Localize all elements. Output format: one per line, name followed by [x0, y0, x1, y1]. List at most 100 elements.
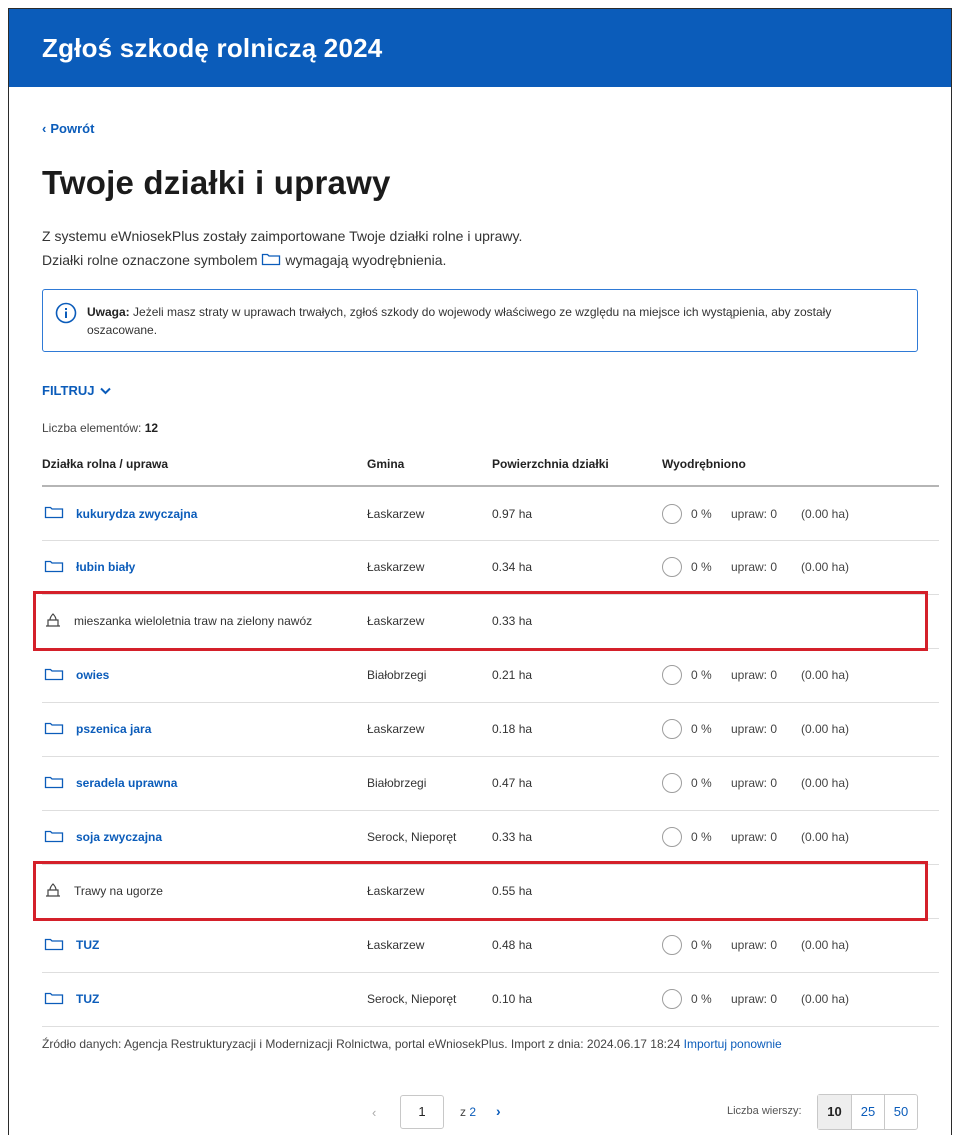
table-row[interactable]: TUZ Łaskarzew 0.48 ha 0 % upraw: 0 (0.00…: [42, 918, 939, 973]
plot-name[interactable]: pszenica jara: [76, 722, 151, 736]
upraw-area: (0.00 ha): [801, 776, 850, 791]
back-link[interactable]: ‹ Powrót: [42, 121, 94, 136]
upraw-value: 0: [770, 722, 778, 737]
progress-ring-icon: [662, 719, 682, 740]
filter-label: FILTRUJ: [42, 383, 95, 399]
table-row[interactable]: łubin biały Łaskarzew 0.34 ha 0 % upraw:…: [42, 540, 939, 595]
upraw-value: 0: [770, 506, 778, 521]
folder-icon: [261, 249, 281, 273]
table-row: mieszanka wieloletnia traw na zielony na…: [42, 594, 939, 649]
plot-name[interactable]: TUZ: [76, 992, 99, 1006]
filter-toggle[interactable]: FILTRUJ: [42, 383, 112, 399]
upraw-area: (0.00 ha): [801, 506, 850, 521]
item-count-value: 12: [144, 421, 159, 436]
column-header-plot: Działka rolna / uprawa: [42, 456, 367, 488]
total-pages-link[interactable]: 2: [469, 1105, 476, 1119]
progress-percent: 0 %: [691, 992, 712, 1007]
prev-page-icon[interactable]: ‹: [372, 1105, 376, 1120]
column-header-area: Powierzchnia działki: [492, 456, 662, 488]
column-header-extracted: Wyodrębniono: [662, 456, 939, 488]
gmina-cell: Łaskarzew: [367, 540, 492, 595]
plot-name[interactable]: seradela uprawna: [76, 776, 177, 790]
rows-option-10[interactable]: 10: [818, 1095, 851, 1129]
plot-name-cell[interactable]: soja zwyczajna: [42, 829, 367, 846]
page-of-label: z: [460, 1105, 466, 1119]
table-row[interactable]: soja zwyczajna Serock, Nieporęt 0.33 ha …: [42, 810, 939, 865]
progress-percent: 0 %: [691, 938, 712, 953]
table-row[interactable]: kukurydza zwyczajna Łaskarzew 0.97 ha 0 …: [42, 486, 939, 541]
table-row[interactable]: pszenica jara Łaskarzew 0.18 ha 0 % upra…: [42, 702, 939, 757]
upraw-label: upraw:: [731, 992, 768, 1007]
extracted-cell: [662, 864, 939, 919]
app-header: Zgłoś szkodę rolniczą 2024: [9, 9, 951, 87]
gmina-cell: Łaskarzew: [367, 594, 492, 649]
rows-option-50[interactable]: 50: [884, 1095, 917, 1129]
plot-name-cell[interactable]: pszenica jara: [42, 721, 367, 738]
upraw-value: 0: [770, 938, 778, 953]
table-row[interactable]: owies Białobrzegi 0.21 ha 0 % upraw: 0 (…: [42, 648, 939, 703]
area-cell: 0.33 ha: [492, 810, 662, 865]
gmina-cell: Białobrzegi: [367, 648, 492, 703]
gmina-cell: Serock, Nieporęt: [367, 810, 492, 865]
page-number-input[interactable]: 1: [400, 1095, 444, 1129]
plot-name[interactable]: TUZ: [76, 938, 99, 952]
progress-ring-icon: [662, 935, 682, 956]
upraw-label: upraw:: [731, 776, 768, 791]
progress-cell: 0 % upraw: 0 (0.00 ha): [662, 827, 939, 848]
plot-name[interactable]: kukurydza zwyczajna: [76, 507, 197, 521]
plot-cell: owies: [42, 648, 367, 703]
plot-name-cell[interactable]: owies: [42, 667, 367, 684]
plot-name-cell[interactable]: TUZ: [42, 937, 367, 954]
plot-cell: mieszanka wieloletnia traw na zielony na…: [42, 594, 367, 649]
extracted-cell: 0 % upraw: 0 (0.00 ha): [662, 702, 939, 757]
progress-ring-icon: [662, 827, 682, 848]
upraw-count: upraw: 0: [731, 668, 801, 682]
area-cell: 0.10 ha: [492, 972, 662, 1027]
progress-cell: 0 % upraw: 0 (0.00 ha): [662, 503, 939, 524]
intro-line-2: Działki rolne oznaczone symbolem wymagaj…: [42, 248, 918, 273]
upraw-count: upraw: 0: [731, 830, 801, 844]
intro-line-2-before: Działki rolne oznaczone symbolem: [42, 252, 258, 268]
upraw-area: (0.00 ha): [801, 722, 850, 737]
plot-name-cell[interactable]: kukurydza zwyczajna: [42, 505, 367, 522]
page-frame: Zgłoś szkodę rolniczą 2024 ‹ Powrót Twoj…: [8, 8, 952, 1135]
plot-name: mieszanka wieloletnia traw na zielony na…: [74, 614, 313, 629]
table-row[interactable]: seradela uprawna Białobrzegi 0.47 ha 0 %…: [42, 756, 939, 811]
app-title: Zgłoś szkodę rolniczą 2024: [42, 32, 383, 63]
plot-name[interactable]: owies: [76, 668, 109, 682]
area-cell: 0.48 ha: [492, 918, 662, 973]
next-page-icon[interactable]: ›: [496, 1103, 501, 1119]
upraw-count: upraw: 0: [731, 507, 801, 521]
progress-cell: 0 % upraw: 0 (0.00 ha): [662, 557, 939, 578]
progress-percent: 0 %: [691, 668, 712, 683]
table-row[interactable]: TUZ Serock, Nieporęt 0.10 ha 0 % upraw: …: [42, 972, 939, 1027]
plot-name-cell[interactable]: łubin biały: [42, 559, 367, 576]
chevron-left-icon: ‹: [42, 121, 47, 136]
upraw-area: (0.00 ha): [801, 668, 850, 683]
progress-percent: 0 %: [691, 506, 712, 521]
upraw-value: 0: [770, 776, 778, 791]
plot-name-cell: Trawy na ugorze: [42, 882, 367, 901]
folder-icon: [44, 829, 64, 846]
reimport-link[interactable]: Importuj ponownie: [684, 1037, 782, 1051]
plot-name[interactable]: soja zwyczajna: [76, 830, 162, 844]
page-title: Twoje działki i uprawy: [42, 164, 391, 201]
plot-cell: seradela uprawna: [42, 756, 367, 811]
intro-text: Z systemu eWniosekPlus zostały zaimporto…: [42, 224, 918, 273]
plot-name[interactable]: łubin biały: [76, 560, 135, 574]
progress-percent: 0 %: [691, 560, 712, 575]
extracted-cell: 0 % upraw: 0 (0.00 ha): [662, 972, 939, 1027]
plot-name-cell[interactable]: seradela uprawna: [42, 775, 367, 792]
plot-name-cell[interactable]: TUZ: [42, 991, 367, 1008]
progress-ring-icon: [662, 773, 682, 794]
rows-option-25[interactable]: 25: [851, 1095, 884, 1129]
upraw-label: upraw:: [731, 560, 768, 575]
plot-cell: Trawy na ugorze: [42, 864, 367, 919]
upraw-label: upraw:: [731, 668, 768, 683]
info-icon: [55, 302, 77, 329]
gmina-cell: Łaskarzew: [367, 702, 492, 757]
progress-cell: 0 % upraw: 0 (0.00 ha): [662, 719, 939, 740]
area-cell: 0.34 ha: [492, 540, 662, 595]
upraw-area: (0.00 ha): [801, 992, 850, 1007]
area-cell: 0.21 ha: [492, 648, 662, 703]
